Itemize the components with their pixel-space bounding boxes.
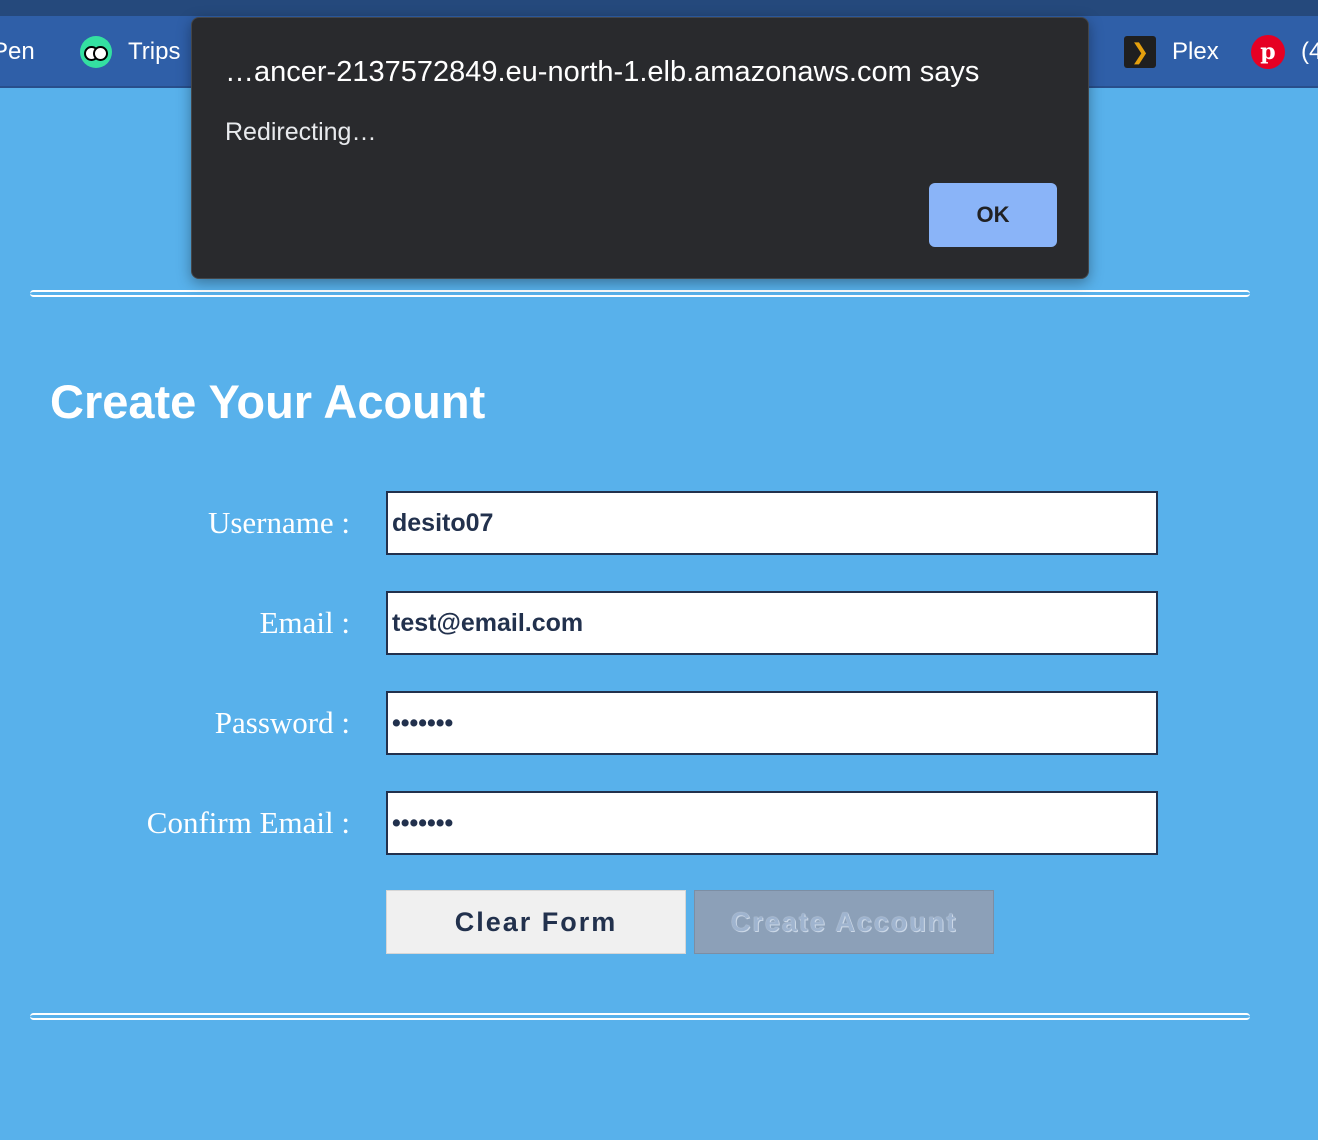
alert-dialog: …ancer-2137572849.eu-north-1.elb.amazona…: [191, 17, 1089, 279]
username-label: Username :: [207, 505, 350, 540]
bookmark-trips-label: Trips: [128, 38, 181, 65]
bottom-divider: [30, 1013, 1250, 1020]
bookmark-codepen-label: Pen: [0, 38, 35, 65]
dialog-origin-text: …ancer-2137572849.eu-north-1.elb.amazona…: [225, 56, 980, 88]
email-label: Email :: [259, 605, 350, 640]
confirm-email-input[interactable]: [386, 791, 1158, 855]
bookmark-pinterest[interactable]: p (4: [1251, 16, 1318, 88]
username-input[interactable]: [386, 491, 1158, 555]
browser-title-strip: [0, 0, 1318, 16]
bookmark-trips[interactable]: Trips: [80, 16, 180, 88]
password-input[interactable]: [386, 691, 1158, 755]
pinterest-icon: p: [1251, 35, 1285, 69]
top-divider: [30, 290, 1250, 297]
create-account-button[interactable]: Create Account: [694, 890, 994, 954]
email-input[interactable]: [386, 591, 1158, 655]
password-label: Password :: [214, 705, 350, 740]
confirm-email-label: Confirm Email :: [146, 805, 350, 840]
dialog-ok-button[interactable]: OK: [929, 183, 1057, 247]
dialog-message: Redirecting…: [225, 118, 377, 146]
bookmark-plex-label: Plex: [1172, 38, 1219, 65]
bookmark-codepen[interactable]: Pen: [0, 16, 35, 88]
plex-chevron-icon: ❯: [1124, 36, 1156, 68]
tripadvisor-owl-icon: [80, 36, 112, 68]
bookmark-plex[interactable]: ❯ Plex: [1124, 16, 1219, 88]
page-title: Create Your Acount: [50, 375, 486, 428]
clear-form-button[interactable]: Clear Form: [386, 890, 686, 954]
bookmark-pinterest-label: (4: [1301, 38, 1318, 65]
